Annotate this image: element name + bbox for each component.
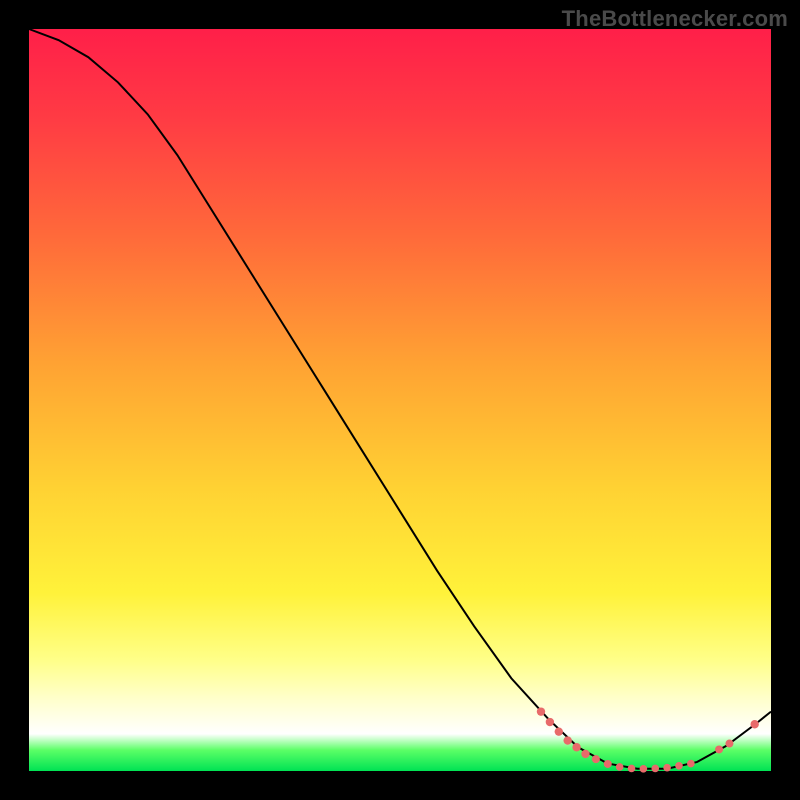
- chart-frame: TheBottlenecker.com: [0, 0, 800, 800]
- marker-dot: [592, 755, 600, 763]
- marker-dot: [663, 764, 671, 772]
- watermark-text: TheBottlenecker.com: [562, 6, 788, 32]
- plot-area: [29, 29, 771, 771]
- bottleneck-curve: [29, 29, 771, 769]
- marker-dot: [581, 750, 589, 758]
- marker-dot: [572, 743, 580, 751]
- marker-dot: [616, 763, 624, 771]
- marker-dot: [555, 727, 563, 735]
- marker-dot: [715, 745, 723, 753]
- marker-dot: [563, 736, 571, 744]
- chart-svg: [29, 29, 771, 771]
- marker-dot: [604, 760, 612, 768]
- marker-dot: [546, 718, 554, 726]
- marker-dot: [675, 762, 683, 770]
- marker-dot: [725, 740, 733, 748]
- marker-dot: [750, 720, 758, 728]
- marker-dot: [537, 707, 545, 715]
- markers-group: [537, 707, 759, 772]
- marker-dot: [687, 760, 695, 768]
- marker-dot: [651, 765, 659, 773]
- marker-dot: [628, 765, 636, 773]
- marker-dot: [640, 765, 648, 773]
